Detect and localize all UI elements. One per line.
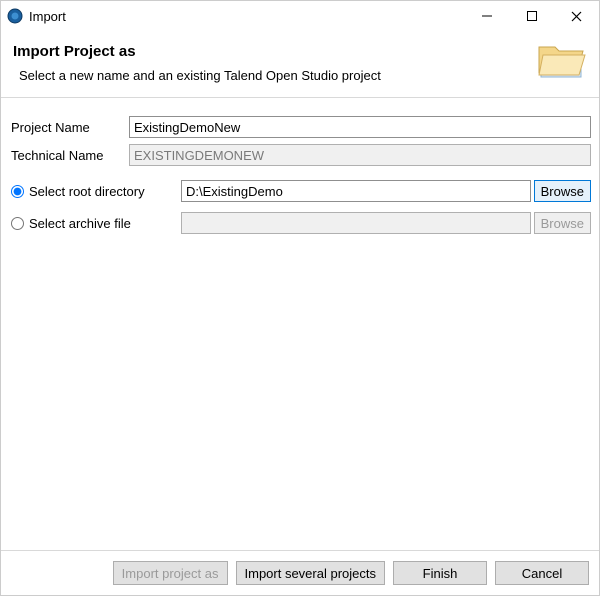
archive-file-input — [181, 212, 531, 234]
maximize-button[interactable] — [509, 1, 554, 31]
cancel-button[interactable]: Cancel — [495, 561, 589, 585]
root-directory-radio[interactable] — [11, 185, 24, 198]
header-banner: Import Project as Select a new name and … — [1, 31, 599, 98]
project-name-label: Project Name — [9, 120, 129, 135]
technical-name-input — [129, 144, 591, 166]
archive-file-label: Select archive file — [29, 216, 131, 231]
root-directory-input[interactable] — [181, 180, 531, 202]
app-icon — [7, 8, 23, 24]
finish-button[interactable]: Finish — [393, 561, 487, 585]
archive-file-radio-wrap[interactable]: Select archive file — [9, 216, 181, 231]
close-button[interactable] — [554, 1, 599, 31]
page-description: Select a new name and an existing Talend… — [19, 68, 587, 83]
root-directory-label: Select root directory — [29, 184, 145, 199]
minimize-button[interactable] — [464, 1, 509, 31]
import-project-as-button: Import project as — [113, 561, 228, 585]
archive-file-radio[interactable] — [11, 217, 24, 230]
root-directory-browse-button[interactable]: Browse — [534, 180, 591, 202]
footer: Import project as Import several project… — [1, 551, 599, 595]
technical-name-label: Technical Name — [9, 148, 129, 163]
form-area: Project Name Technical Name Select root … — [1, 98, 599, 550]
window-title: Import — [29, 9, 66, 24]
import-several-projects-button[interactable]: Import several projects — [236, 561, 386, 585]
root-directory-radio-wrap[interactable]: Select root directory — [9, 184, 181, 199]
titlebar: Import — [1, 1, 599, 31]
project-name-input[interactable] — [129, 116, 591, 138]
page-title: Import Project as — [13, 43, 587, 60]
folder-icon — [537, 37, 587, 84]
archive-file-browse-button: Browse — [534, 212, 591, 234]
